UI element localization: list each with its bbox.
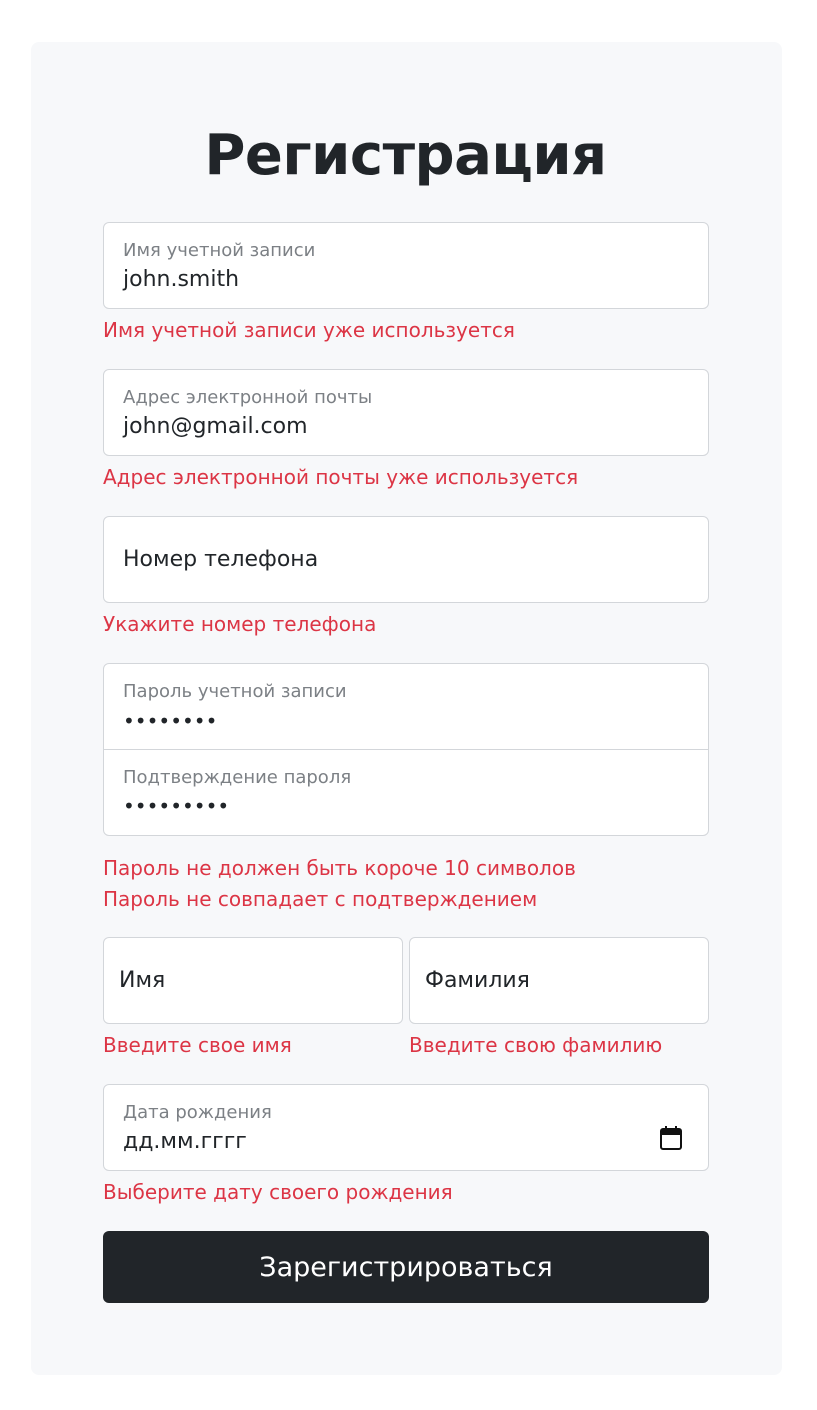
username-value: john.smith [123,267,240,292]
email-field[interactable]: Адрес электронной почты john@gmail.com [103,369,709,456]
email-error: Адрес электронной почты уже используется [103,465,579,489]
username-error: Имя учетной записи уже используется [103,318,515,342]
phone-error: Укажите номер телефона [103,612,377,636]
password-mismatch-error: Пароль не совпадает с подтверждением [103,887,538,911]
password-confirm-field[interactable]: Подтверждение пароля ••••••••• [104,750,708,836]
password-confirm-label: Подтверждение пароля [123,767,352,788]
password-confirm-value: ••••••••• [123,794,230,818]
password-label: Пароль учетной записи [123,681,347,702]
page-title: Регистрация [204,123,607,188]
password-field[interactable]: Пароль учетной записи •••••••• [104,664,708,750]
last-name-field[interactable]: Фамилия [409,937,709,1024]
phone-field[interactable]: Номер телефона [103,516,709,603]
birth-date-value: дд.мм.гггг [123,1129,247,1154]
email-value: john@gmail.com [123,414,308,439]
username-label: Имя учетной записи [123,240,316,261]
register-button[interactable]: Зарегистрироваться [103,1231,709,1303]
birth-date-error: Выберите дату своего рождения [103,1180,453,1204]
password-group: Пароль учетной записи •••••••• Подтвержд… [103,663,709,836]
phone-placeholder: Номер телефона [123,547,319,572]
first-name-field[interactable]: Имя [103,937,403,1024]
last-name-error: Введите свою фамилию [409,1033,663,1057]
email-label: Адрес электронной почты [123,387,373,408]
calendar-icon[interactable] [660,1126,682,1150]
birth-date-label: Дата рождения [123,1102,272,1123]
password-length-error: Пароль не должен быть короче 10 символов [103,856,576,880]
birth-date-field[interactable]: Дата рождения дд.мм.гггг [103,1084,709,1171]
password-value: •••••••• [123,709,218,733]
first-name-error: Введите свое имя [103,1033,292,1057]
username-field[interactable]: Имя учетной записи john.smith [103,222,709,309]
last-name-placeholder: Фамилия [425,968,530,993]
first-name-placeholder: Имя [119,968,166,993]
